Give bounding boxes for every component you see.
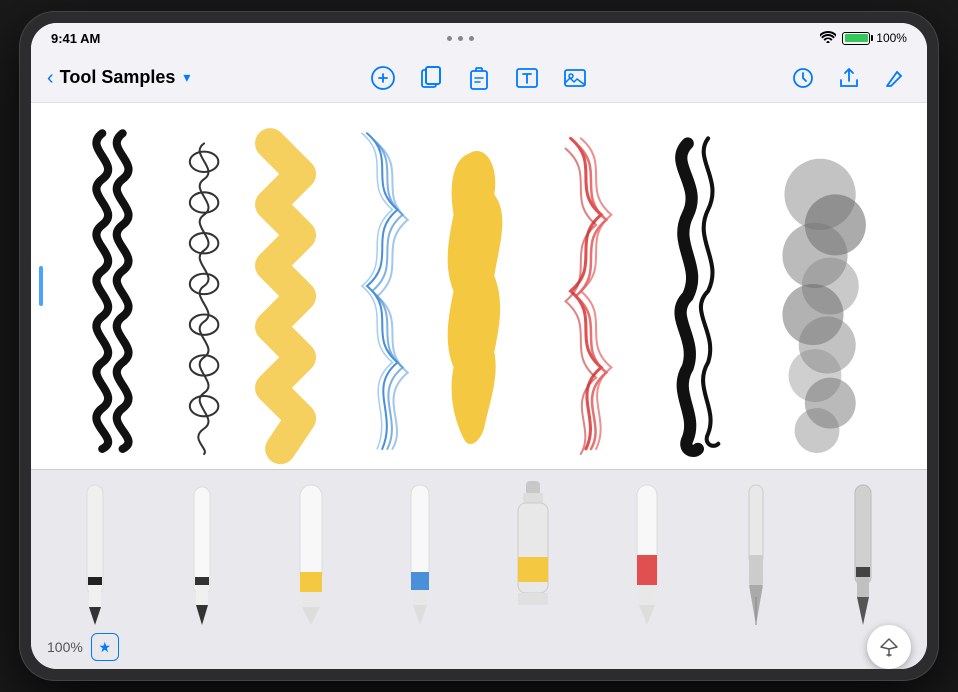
image-icon[interactable] bbox=[559, 62, 591, 94]
tools-panel: 100% ★ bbox=[31, 469, 927, 669]
share-icon[interactable] bbox=[833, 62, 865, 94]
ipad-frame: 9:41 AM 100% bbox=[19, 11, 939, 681]
tool-fineliner[interactable] bbox=[183, 477, 221, 625]
status-right: 100% bbox=[820, 31, 907, 46]
pen-nib-fab[interactable] bbox=[867, 625, 911, 669]
toolbar-right-icons bbox=[591, 62, 911, 94]
tool-airbrush[interactable] bbox=[843, 477, 883, 625]
canvas-area bbox=[31, 103, 927, 469]
status-dot bbox=[447, 36, 452, 41]
status-dot bbox=[469, 36, 474, 41]
tools-bottom: 100% ★ bbox=[31, 625, 927, 669]
toolbar: ‹ Tool Samples ▾ bbox=[31, 53, 927, 103]
sample-pen-black bbox=[96, 133, 128, 449]
title-dropdown-icon[interactable]: ▾ bbox=[183, 69, 190, 86]
status-dot bbox=[458, 36, 463, 41]
sample-paint-yellow bbox=[448, 151, 503, 444]
toolbar-left: ‹ Tool Samples ▾ bbox=[47, 67, 367, 88]
tools-row bbox=[31, 470, 927, 625]
status-time: 9:41 AM bbox=[51, 31, 100, 46]
clipboard-icon[interactable] bbox=[463, 62, 495, 94]
toolbar-center-icons bbox=[367, 62, 591, 94]
wifi-icon bbox=[820, 31, 836, 46]
zoom-level: 100% bbox=[47, 639, 83, 655]
back-chevron-icon: ‹ bbox=[47, 68, 54, 88]
battery-icon bbox=[842, 32, 870, 45]
pages-icon[interactable] bbox=[415, 62, 447, 94]
sample-loop-black bbox=[190, 143, 219, 454]
tool-fountain-pen[interactable] bbox=[737, 477, 775, 625]
edit-icon[interactable] bbox=[879, 62, 911, 94]
text-icon[interactable] bbox=[511, 62, 543, 94]
back-button[interactable]: ‹ bbox=[47, 68, 54, 88]
sample-calligraphy-black bbox=[681, 138, 719, 451]
status-bar: 9:41 AM 100% bbox=[31, 23, 927, 53]
tool-paint[interactable] bbox=[508, 477, 558, 625]
sample-marker-yellow bbox=[270, 143, 301, 448]
ipad-screen: 9:41 AM 100% bbox=[31, 23, 927, 669]
tool-brush-pen[interactable] bbox=[400, 477, 440, 625]
favorite-button[interactable]: ★ bbox=[91, 633, 119, 661]
battery-fill bbox=[845, 34, 868, 42]
drawing-canvas bbox=[31, 103, 927, 469]
sample-crayon-red bbox=[566, 138, 612, 454]
sample-pencil-blue bbox=[362, 133, 408, 449]
document-title: Tool Samples bbox=[60, 67, 176, 88]
tool-crayon[interactable] bbox=[626, 477, 668, 625]
star-icon: ★ bbox=[99, 639, 112, 656]
annotate-icon[interactable] bbox=[367, 62, 399, 94]
history-icon[interactable] bbox=[787, 62, 819, 94]
tool-pen[interactable] bbox=[75, 477, 115, 625]
status-center-dots bbox=[447, 36, 474, 41]
sample-airbrush-gray bbox=[782, 159, 865, 453]
tool-marker[interactable] bbox=[290, 477, 332, 625]
side-handle[interactable] bbox=[39, 266, 43, 306]
battery-label: 100% bbox=[876, 31, 907, 45]
